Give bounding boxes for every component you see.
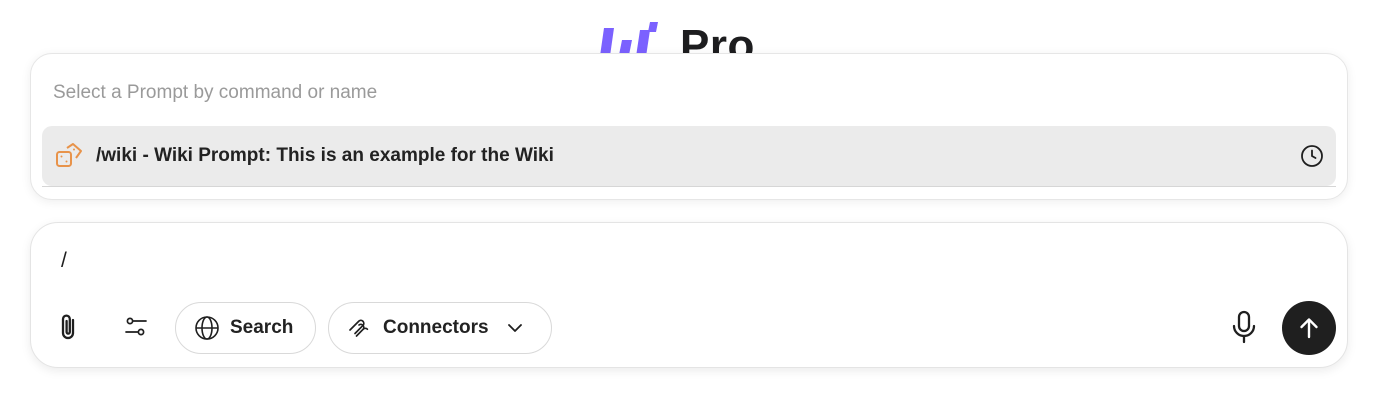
sliders-icon — [125, 317, 147, 336]
search-toggle-button[interactable]: Search — [175, 302, 316, 354]
composer-input[interactable]: / — [61, 249, 67, 273]
logo-mark-icon — [600, 22, 658, 56]
connectors-icon — [349, 319, 369, 337]
paperclip-icon — [61, 314, 75, 340]
app-logo: Pro — [596, 10, 755, 56]
connectors-button-label: Connectors — [383, 317, 489, 338]
send-button[interactable] — [1282, 301, 1336, 355]
chat-composer[interactable]: / Search Connectors — [30, 222, 1348, 368]
settings-button[interactable] — [110, 301, 162, 353]
arrow-up-icon — [1300, 318, 1318, 339]
microphone-icon — [1232, 310, 1256, 344]
attach-button[interactable] — [43, 301, 95, 353]
logo-text: Pro — [680, 21, 755, 57]
globe-icon — [195, 316, 219, 340]
connectors-dropdown-button[interactable]: Connectors — [328, 302, 552, 354]
chevron-down-icon — [507, 324, 522, 332]
prompt-search-input[interactable] — [53, 78, 1313, 108]
microphone-button[interactable] — [1218, 301, 1270, 353]
list-divider — [42, 186, 1336, 187]
prompt-picker-popup: /wiki - Wiki Prompt: This is an example … — [30, 53, 1348, 200]
search-button-label: Search — [230, 317, 294, 338]
prompt-item-label: /wiki - Wiki Prompt: This is an example … — [96, 145, 554, 166]
dice-icon — [56, 143, 82, 167]
clock-icon[interactable] — [1300, 144, 1324, 168]
prompt-list-item[interactable]: /wiki - Wiki Prompt: This is an example … — [42, 126, 1336, 186]
